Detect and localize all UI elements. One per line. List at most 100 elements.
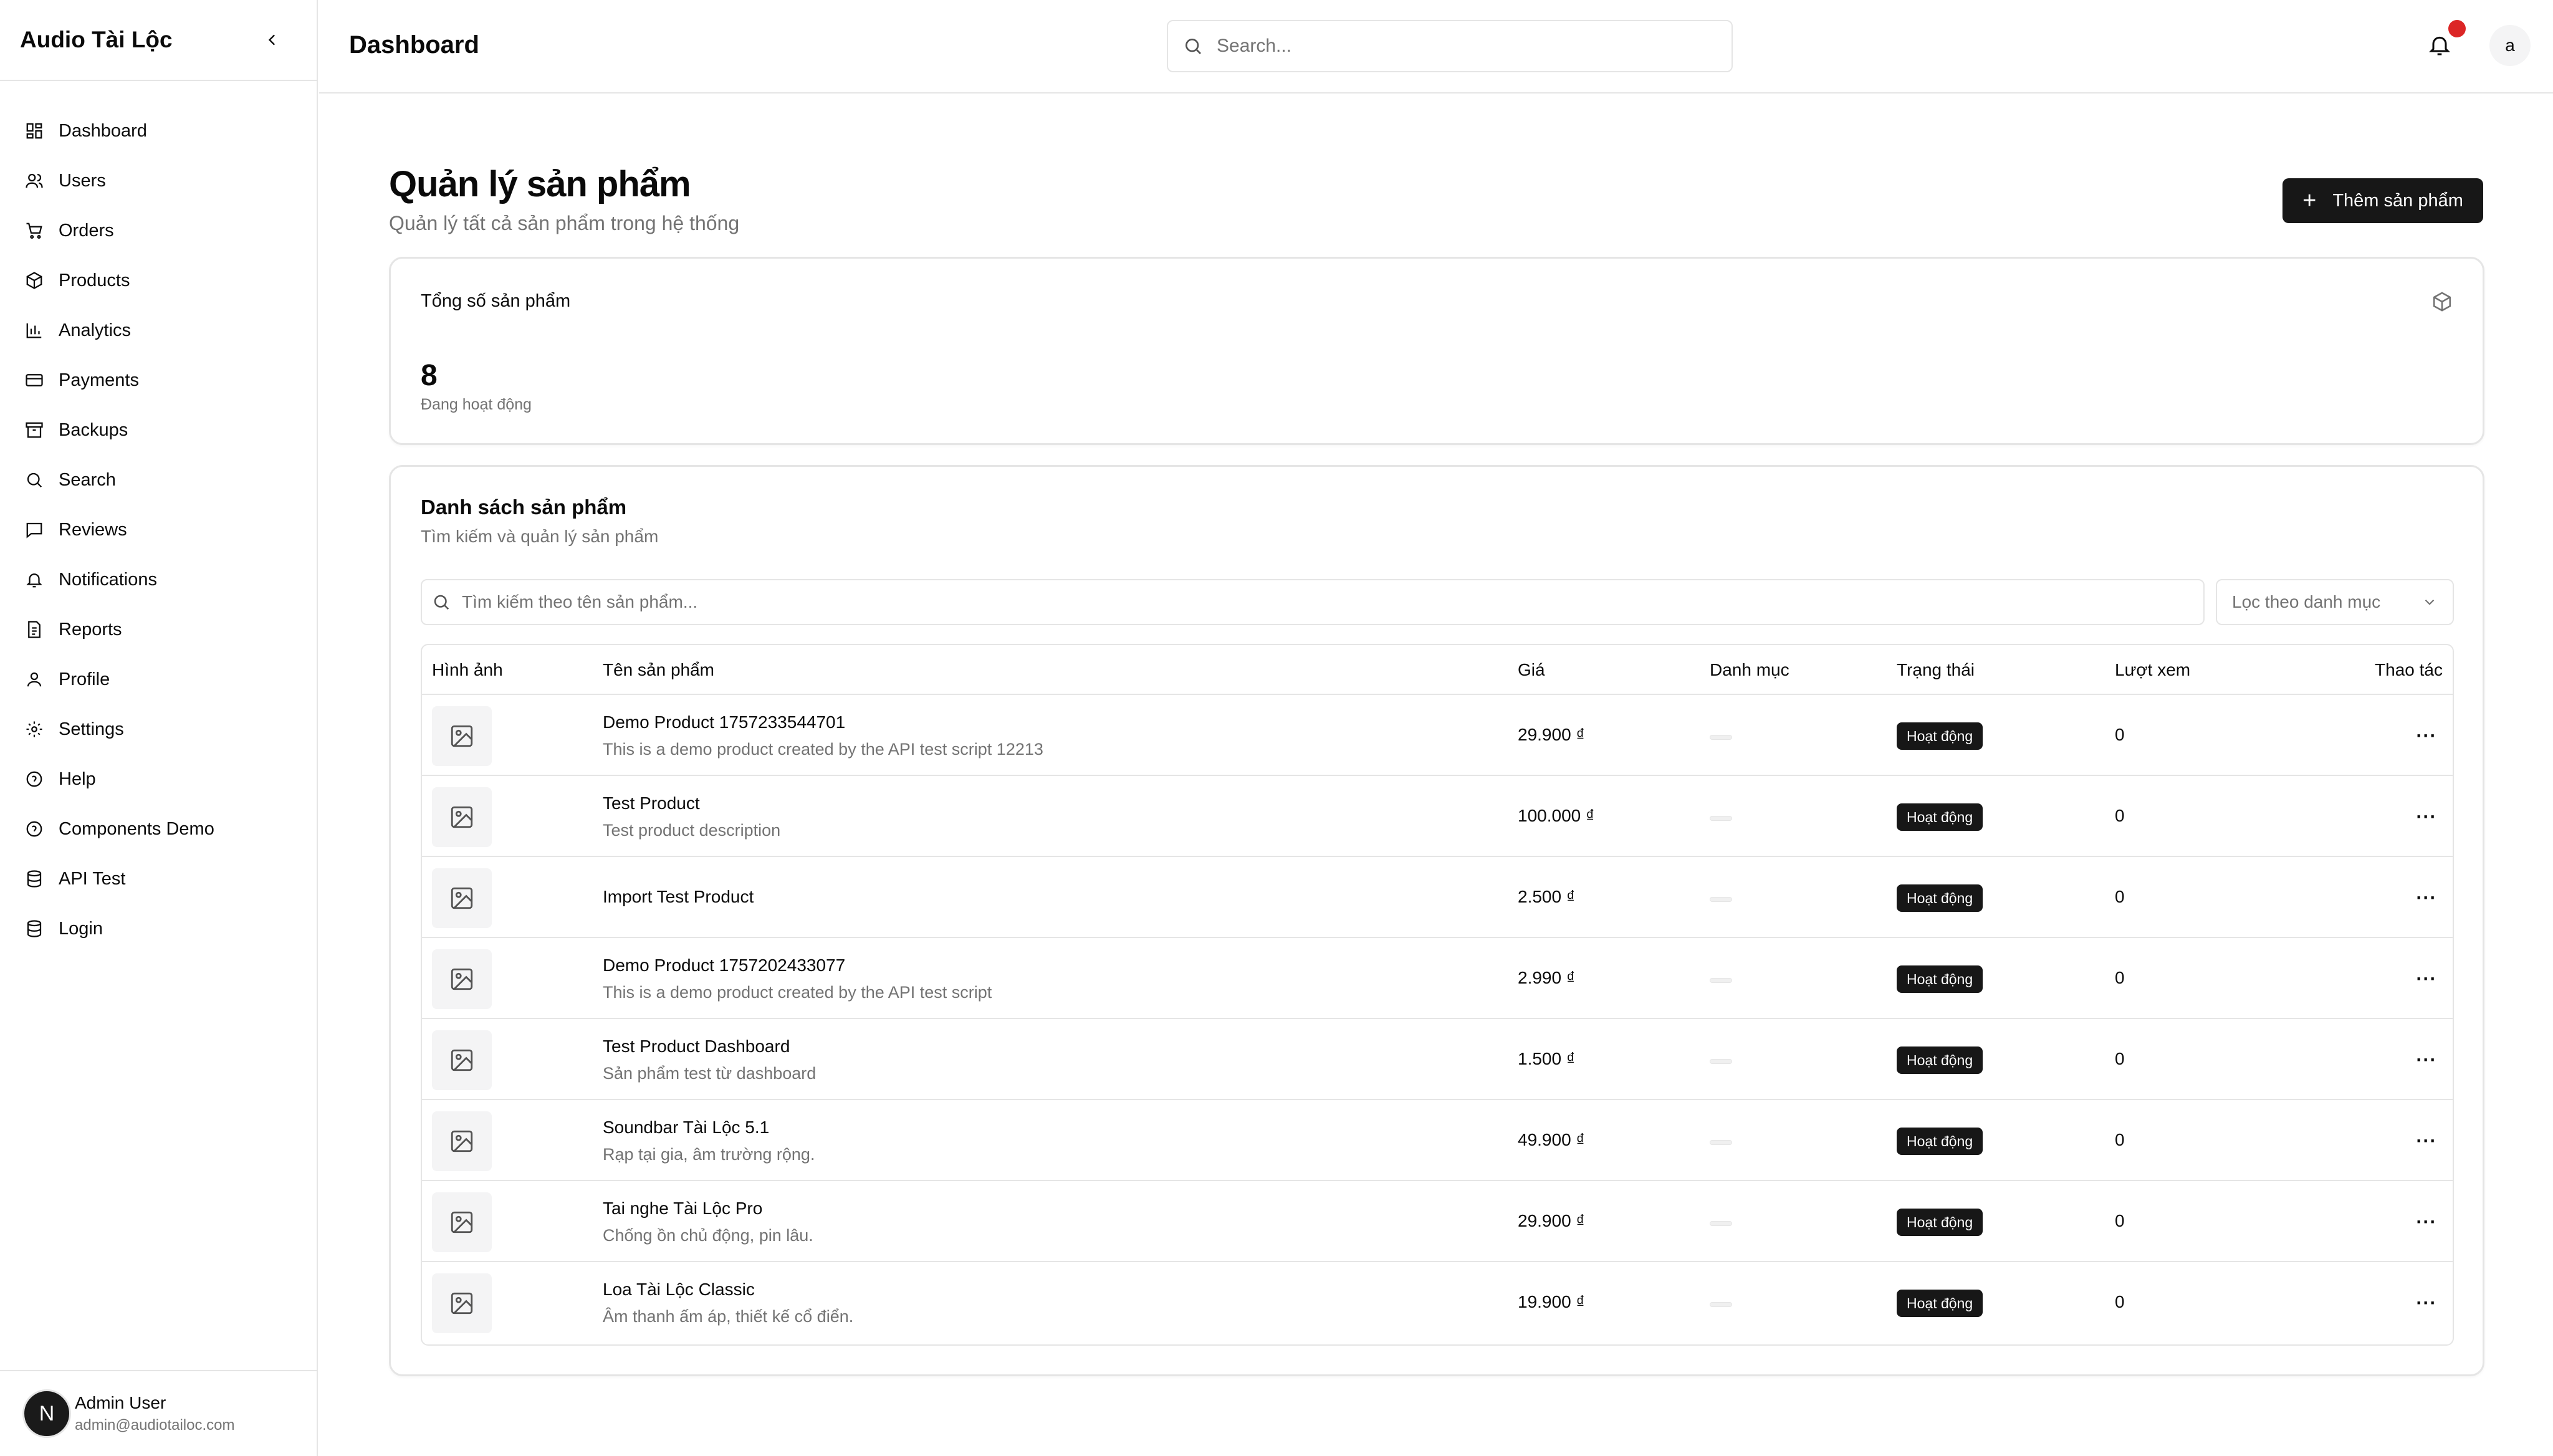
cart-icon xyxy=(26,223,42,239)
sidebar-item-notifications[interactable]: Notifications xyxy=(0,555,317,605)
sidebar-item-login[interactable]: Login xyxy=(0,904,317,954)
product-thumbnail xyxy=(432,706,492,766)
sidebar-item-components-demo[interactable]: Components Demo xyxy=(0,804,317,854)
product-views: 0 xyxy=(2115,1292,2125,1311)
sidebar-item-users[interactable]: Users xyxy=(0,156,317,206)
sidebar-item-reports[interactable]: Reports xyxy=(0,605,317,654)
product-thumbnail xyxy=(432,1192,492,1252)
category-placeholder xyxy=(1710,1221,1732,1226)
status-badge: Hoạt động xyxy=(1897,722,1983,750)
category-filter-select[interactable]: Lọc theo danh mục xyxy=(2216,579,2454,625)
sidebar-item-profile[interactable]: Profile xyxy=(0,654,317,704)
product-name: Tai nghe Tài Lộc Pro xyxy=(603,1199,763,1218)
category-placeholder xyxy=(1710,897,1732,902)
bell-icon[interactable] xyxy=(2427,32,2452,57)
more-actions-icon[interactable]: ··· xyxy=(2414,886,2439,911)
database-icon xyxy=(27,870,42,888)
column-header: Trạng thái xyxy=(1897,660,1975,679)
search-icon xyxy=(1185,39,1201,54)
sidebar-item-label: Analytics xyxy=(59,320,132,340)
add-product-button[interactable]: + Thêm sản phẩm xyxy=(2282,178,2483,223)
sidebar-nav: Dashboard Users Orders Products Analytic… xyxy=(0,81,317,954)
sidebar-item-help[interactable]: Help xyxy=(0,754,317,804)
product-description: Test product description xyxy=(603,821,781,840)
status-badge: Hoạt động xyxy=(1897,965,1983,993)
more-actions-icon[interactable]: ··· xyxy=(2414,1129,2439,1154)
column-header: Lượt xem xyxy=(2115,660,2191,679)
app-title: Audio Tài Lộc xyxy=(20,27,173,52)
gear-icon xyxy=(26,721,42,737)
product-price: 49.900 ₫ xyxy=(1518,1130,1585,1149)
sidebar-item-label: Orders xyxy=(59,220,114,241)
status-badge: Hoạt động xyxy=(1897,1128,1983,1155)
sidebar-item-label: Users xyxy=(59,170,106,191)
chevron-left-icon[interactable] xyxy=(259,27,284,52)
sidebar-item-label: Settings xyxy=(59,719,124,739)
avatar[interactable]: a xyxy=(2489,25,2531,66)
table-row: Demo Product 1757233544701 This is a dem… xyxy=(422,695,2453,776)
user-profile[interactable]: N Admin User admin@audiotailoc.com xyxy=(0,1370,317,1456)
sidebar: Audio Tài Lộc Dashboard Users Orders Pro… xyxy=(0,0,318,1456)
more-actions-icon[interactable]: ··· xyxy=(2414,967,2439,992)
more-actions-icon[interactable]: ··· xyxy=(2414,1291,2439,1316)
help-icon xyxy=(26,771,42,787)
archive-icon xyxy=(26,422,43,438)
product-thumbnail xyxy=(432,868,492,928)
global-search[interactable] xyxy=(1167,20,1733,72)
header-title: Dashboard xyxy=(349,31,479,59)
product-description: This is a demo product created by the AP… xyxy=(603,740,1043,759)
search-icon xyxy=(434,595,449,610)
sidebar-item-dashboard[interactable]: Dashboard xyxy=(0,106,317,156)
more-actions-icon[interactable]: ··· xyxy=(2414,724,2439,749)
product-name: Loa Tài Lộc Classic xyxy=(603,1280,755,1299)
more-actions-icon[interactable]: ··· xyxy=(2414,1048,2439,1073)
avatar: N xyxy=(22,1389,71,1438)
product-name: Demo Product 1757233544701 xyxy=(603,712,846,732)
sidebar-item-products[interactable]: Products xyxy=(0,256,317,305)
product-thumbnail xyxy=(432,1030,492,1090)
table-row: Test Product Dashboard Sản phẩm test từ … xyxy=(422,1019,2453,1100)
sidebar-item-label: Login xyxy=(59,918,103,939)
top-header: Dashboard a xyxy=(319,0,2553,93)
product-thumbnail xyxy=(432,949,492,1009)
image-icon xyxy=(451,1049,473,1071)
product-views: 0 xyxy=(2115,887,2125,906)
sidebar-item-search[interactable]: Search xyxy=(0,455,317,505)
sidebar-item-payments[interactable]: Payments xyxy=(0,355,317,405)
product-name: Demo Product 1757202433077 xyxy=(603,956,846,975)
table-row: Tai nghe Tài Lộc Pro Chống ồn chủ động, … xyxy=(422,1181,2453,1262)
product-search-input[interactable] xyxy=(462,592,2145,612)
notification-badge xyxy=(2448,20,2466,37)
database-icon xyxy=(27,920,42,937)
stats-card: Tổng số sản phẩm 8 Đang hoạt động xyxy=(389,257,2484,445)
sidebar-item-api-test[interactable]: API Test xyxy=(0,854,317,904)
sidebar-item-backups[interactable]: Backups xyxy=(0,405,317,455)
search-input[interactable] xyxy=(1217,36,1715,57)
list-subtitle: Tìm kiếm và quản lý sản phẩm xyxy=(421,527,659,546)
sidebar-item-analytics[interactable]: Analytics xyxy=(0,305,317,355)
more-actions-icon[interactable]: ··· xyxy=(2414,805,2439,830)
more-actions-icon[interactable]: ··· xyxy=(2414,1210,2439,1235)
add-product-label: Thêm sản phẩm xyxy=(2332,190,2463,211)
product-search[interactable] xyxy=(421,579,2205,625)
page-subtitle: Quản lý tất cả sản phẩm trong hệ thống xyxy=(389,212,740,234)
chart-icon xyxy=(26,323,42,338)
sidebar-item-settings[interactable]: Settings xyxy=(0,704,317,754)
chevron-down-icon xyxy=(2425,599,2435,605)
product-thumbnail xyxy=(432,787,492,847)
category-placeholder xyxy=(1710,978,1732,983)
category-placeholder xyxy=(1710,735,1732,740)
sidebar-item-label: Help xyxy=(59,769,96,789)
sidebar-item-label: Payments xyxy=(59,370,139,390)
category-placeholder xyxy=(1710,1302,1732,1307)
sidebar-item-reviews[interactable]: Reviews xyxy=(0,505,317,555)
stats-note: Đang hoạt động xyxy=(421,396,532,413)
package-icon xyxy=(26,272,42,289)
category-placeholder xyxy=(1710,816,1732,821)
table-row: Soundbar Tài Lộc 5.1 Rạp tại gia, âm trư… xyxy=(422,1100,2453,1181)
sidebar-item-orders[interactable]: Orders xyxy=(0,206,317,256)
product-price: 2.990 ₫ xyxy=(1518,968,1576,987)
user-icon xyxy=(27,672,42,687)
image-icon xyxy=(451,968,473,990)
stats-value: 8 xyxy=(421,359,438,392)
